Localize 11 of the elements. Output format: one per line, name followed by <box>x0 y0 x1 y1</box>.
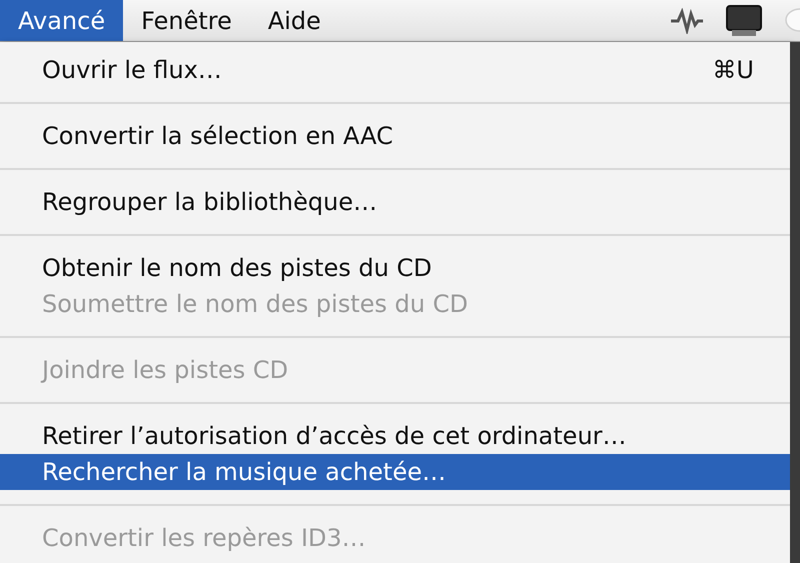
menu-bar-item[interactable]: Fenêtre <box>123 0 250 41</box>
menu-item[interactable]: Rechercher la musique achetée… <box>0 454 790 490</box>
menu-bar-item[interactable]: Avancé <box>0 0 124 41</box>
monitor-icon[interactable] <box>726 4 762 36</box>
menu-item[interactable]: Regrouper la bibliothèque… <box>0 184 790 220</box>
menu-item[interactable]: Convertir la sélection en AAC <box>0 118 790 154</box>
menu-item[interactable]: Ouvrir le flux… ⌘U <box>0 52 790 88</box>
menu-bar-item[interactable]: Aide <box>250 0 339 41</box>
menu-item[interactable]: Retirer l’autorisation d’accès de cet ordinateur… <box>0 418 790 454</box>
waveform-icon[interactable] <box>670 8 704 34</box>
menu-item[interactable]: Obtenir le nom des pistes du CD <box>0 250 790 286</box>
